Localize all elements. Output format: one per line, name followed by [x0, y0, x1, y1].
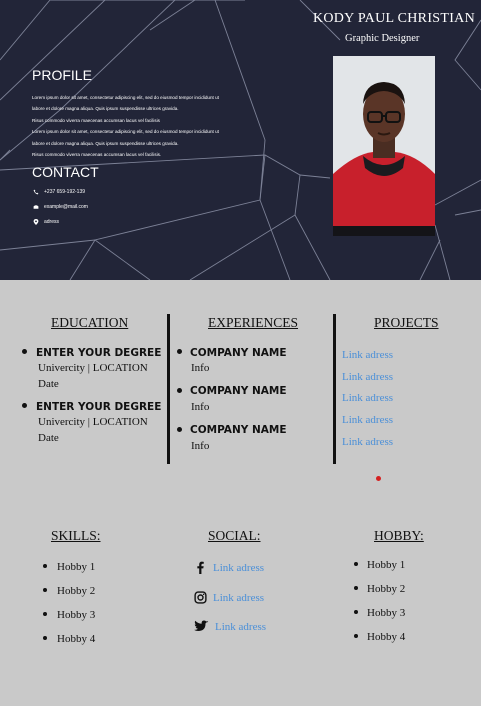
project-link[interactable]: Link adress: [342, 436, 393, 448]
project-link[interactable]: Link adress: [342, 371, 393, 383]
instagram-icon[interactable]: [194, 591, 207, 604]
project-link[interactable]: Link adress: [342, 349, 393, 361]
experience-bullet: [177, 349, 182, 354]
profile-line: labore et dolore magna aliqua. Quis ipsu…: [32, 140, 179, 146]
profile-line: labore et dolore magna aliqua. Quis ipsu…: [32, 106, 179, 112]
experience-info: Info: [191, 401, 210, 413]
skill-bullet: [43, 636, 47, 640]
skill-bullet: [43, 612, 47, 616]
portrait-image: [333, 56, 435, 236]
hobby-bullet: [354, 610, 358, 614]
skill-bullet: [43, 588, 47, 592]
skill-item: Hobby 1: [57, 561, 96, 573]
profile-line: Lorem ipsum dolor sit amet, consectetur …: [32, 129, 219, 135]
project-link[interactable]: Link adress: [342, 414, 393, 426]
education-bullet: [22, 403, 27, 408]
hobby-item: Hobby 3: [367, 607, 406, 619]
column-divider: [333, 314, 336, 464]
experience-company: COMPANY NAME: [190, 385, 287, 397]
hobby-bullet: [354, 562, 358, 566]
hobby-item: Hobby 1: [367, 559, 406, 571]
hobby-item: Hobby 4: [367, 631, 406, 643]
contact-heading: CONTACT: [32, 164, 99, 180]
skill-item: Hobby 3: [57, 609, 96, 621]
hobby-bullet: [354, 586, 358, 590]
social-link-facebook[interactable]: Link adress: [213, 562, 264, 574]
experience-info: Info: [191, 440, 210, 452]
experiences-heading: EXPERIENCES: [208, 315, 299, 330]
decorative-dot: [376, 476, 381, 481]
skill-item: Hobby 2: [57, 585, 96, 597]
education-degree: ENTER YOUR DEGREE: [36, 401, 162, 413]
hobby-bullet: [354, 634, 358, 638]
skill-item: Hobby 4: [57, 633, 96, 645]
resume-body: EDUCATION ENTER YOUR DEGREE Univercity |…: [0, 280, 481, 706]
profile-heading: PROFILE: [32, 67, 92, 83]
profile-text: Lorem ipsum dolor sit amet, consectetur …: [32, 92, 272, 160]
education-bullet: [22, 349, 27, 354]
twitter-icon[interactable]: [194, 620, 209, 633]
projects-heading: PROJECTS: [374, 315, 439, 330]
hobby-heading: HOBBY:: [374, 528, 424, 543]
email-icon: [33, 205, 39, 209]
project-link[interactable]: Link adress: [342, 392, 393, 404]
job-title: Graphic Designer: [345, 33, 420, 44]
header-banner: KODY PAUL CHRISTIAN Graphic Designer PRO…: [0, 0, 481, 280]
facebook-icon[interactable]: [194, 561, 207, 574]
social-link-instagram[interactable]: Link adress: [213, 592, 264, 604]
social-link-twitter[interactable]: Link adress: [215, 621, 266, 633]
education-date: Date: [38, 378, 59, 390]
education-degree: ENTER YOUR DEGREE: [36, 347, 162, 359]
contact-address: adress: [33, 219, 59, 225]
candidate-name: KODY PAUL CHRISTIAN: [312, 11, 475, 26]
experience-company: COMPANY NAME: [190, 424, 287, 436]
experience-company: COMPANY NAME: [190, 347, 287, 359]
experience-info: Info: [191, 362, 210, 374]
education-date: Date: [38, 432, 59, 444]
phone-icon: [33, 189, 39, 195]
location-pin-icon: [33, 219, 39, 225]
profile-line: Lorem ipsum dolor sit amet, consectetur …: [32, 95, 219, 100]
contact-email: example@mail.com: [33, 204, 88, 210]
experience-bullet: [177, 388, 182, 393]
skills-heading: SKILLS:: [51, 528, 101, 543]
experience-bullet: [177, 427, 182, 432]
education-place: Univercity | LOCATION: [38, 362, 148, 374]
address-text: adress: [44, 219, 60, 225]
education-heading: EDUCATION: [51, 315, 129, 330]
email-text: example@mail.com: [44, 204, 88, 210]
profile-line: Risus commodo viverra maecenas accumsan …: [32, 117, 160, 123]
contact-phone: +237 659-192-139: [33, 189, 85, 195]
phone-text: +237 659-192-139: [44, 189, 86, 195]
hobby-item: Hobby 2: [367, 583, 406, 595]
education-place: Univercity | LOCATION: [38, 416, 148, 428]
profile-line: Risus commodo viverra maecenas accumsan …: [32, 152, 162, 158]
social-heading: SOCIAL:: [208, 528, 261, 543]
column-divider: [167, 314, 170, 464]
profile-photo: [333, 56, 435, 236]
skill-bullet: [43, 564, 47, 568]
